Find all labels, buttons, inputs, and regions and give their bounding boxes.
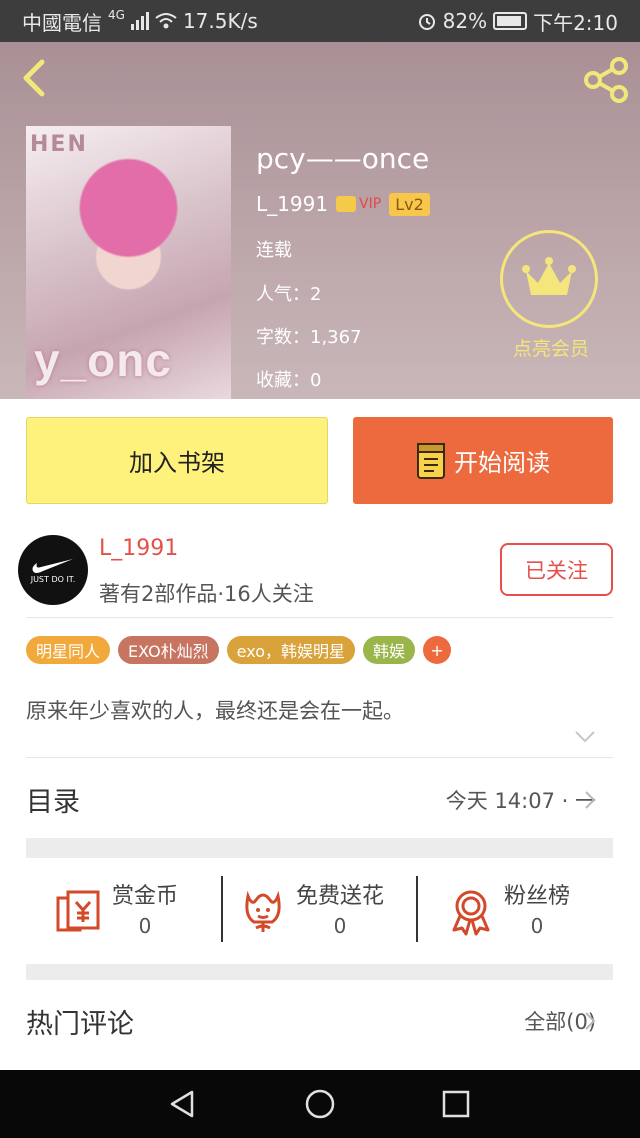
crown-icon [336, 196, 357, 212]
divider [416, 876, 418, 942]
flower-icon [245, 890, 281, 932]
add-tag-button[interactable]: + [423, 636, 452, 664]
nav-recents-icon[interactable] [440, 1088, 472, 1120]
book-author-row: L_1991 VIP Lv2 [256, 192, 430, 216]
toc-status[interactable]: 今天 14:07 · 一 [446, 785, 596, 815]
clock: 下午2:10 [533, 10, 618, 35]
book-header: HEN y_onc pcy——once L_1991 VIP Lv2 连载 人气… [0, 42, 640, 399]
author-name[interactable]: L_1991 [99, 536, 178, 561]
chevron-right-icon[interactable] [584, 790, 596, 810]
fan-ranking-label: 粉丝榜 [504, 884, 571, 909]
battery-percent: 82% [442, 9, 488, 33]
back-icon[interactable] [14, 56, 54, 100]
start-reading-button[interactable]: 开始阅读 [353, 417, 613, 504]
status-bar: 中國電信 4G 17.5K/s 82% 下午2:10 [0, 0, 640, 42]
book-icon [417, 442, 445, 479]
tag-chip[interactable]: EXO朴灿烈 [118, 636, 219, 664]
reward-coin-value: 0 [138, 914, 152, 938]
section-separator [26, 964, 613, 980]
divider [26, 757, 613, 758]
share-icon[interactable] [582, 56, 630, 104]
battery-icon [493, 12, 528, 30]
nav-home-icon[interactable] [304, 1088, 336, 1120]
book-favorites: 收藏：0 [256, 370, 322, 391]
crown-icon [522, 257, 576, 295]
book-popularity: 人气：2 [256, 284, 322, 305]
book-status: 连载 [256, 240, 292, 261]
alarm-icon [418, 14, 435, 30]
tag-chip[interactable]: 韩娱 [363, 636, 416, 664]
book-title: pcy——once [256, 142, 430, 175]
swoosh-icon [32, 558, 73, 573]
reward-coin-item[interactable]: 赏金币 0 [54, 878, 178, 938]
reward-stats-row: 赏金币 0 免费送花 0 粉丝榜 0 [0, 858, 640, 964]
level-badge: Lv2 [389, 192, 430, 216]
free-flower-label: 免费送花 [296, 884, 385, 909]
hot-comments-label: 热门评论 [26, 1009, 134, 1040]
network-type: 4G [108, 8, 125, 22]
red-envelope-icon [56, 890, 100, 932]
book-cover[interactable]: HEN y_onc [26, 126, 231, 399]
section-separator [26, 838, 613, 858]
divider [221, 876, 223, 942]
vip-member-button[interactable] [500, 230, 598, 328]
chevron-right-icon[interactable] [584, 1011, 596, 1031]
toc-label[interactable]: 目录 [26, 780, 80, 819]
book-author[interactable]: L_1991 [256, 192, 328, 216]
add-to-shelf-button[interactable]: 加入书架 [26, 417, 328, 504]
vip-member-label[interactable]: 点亮会员 [496, 334, 606, 361]
system-nav-bar [0, 1070, 640, 1138]
follow-button[interactable]: 已关注 [500, 543, 613, 596]
author-stats: 著有2部作品·16人关注 [99, 582, 314, 606]
fan-ranking-value: 0 [530, 914, 544, 938]
cover-top-text: HEN [30, 132, 88, 157]
book-word-count: 字数：1,367 [256, 327, 362, 348]
free-flower-value: 0 [333, 914, 347, 938]
wifi-icon [155, 13, 177, 29]
free-flower-item[interactable]: 免费送花 0 [238, 878, 384, 938]
signal-icon [130, 12, 149, 30]
add-to-shelf-label: 加入书架 [129, 449, 225, 477]
vip-badge: VIP [336, 196, 381, 212]
medal-icon [452, 890, 490, 936]
tag-chip[interactable]: exo，韩娱明星 [226, 636, 356, 664]
network-speed: 17.5K/s [182, 9, 258, 33]
reward-coin-label: 赏金币 [112, 884, 179, 909]
chevron-down-icon[interactable] [574, 730, 596, 744]
tag-chip[interactable]: 明星同人 [26, 636, 111, 664]
nav-back-icon[interactable] [166, 1088, 198, 1120]
tag-list: 明星同人 EXO朴灿烈 exo，韩娱明星 韩娱 + [26, 636, 452, 664]
carrier-label: 中國電信 [22, 10, 102, 35]
avatar-text: JUST DO IT. [30, 574, 76, 584]
fan-ranking-item[interactable]: 粉丝榜 0 [446, 878, 570, 938]
divider [26, 617, 613, 618]
cover-text: y_onc [34, 334, 172, 386]
book-intro: 原来年少喜欢的人，最终还是会在一起。 [26, 699, 404, 723]
start-reading-label: 开始阅读 [454, 449, 550, 477]
author-avatar[interactable]: JUST DO IT. [18, 535, 88, 605]
vip-label: VIP [359, 196, 382, 212]
